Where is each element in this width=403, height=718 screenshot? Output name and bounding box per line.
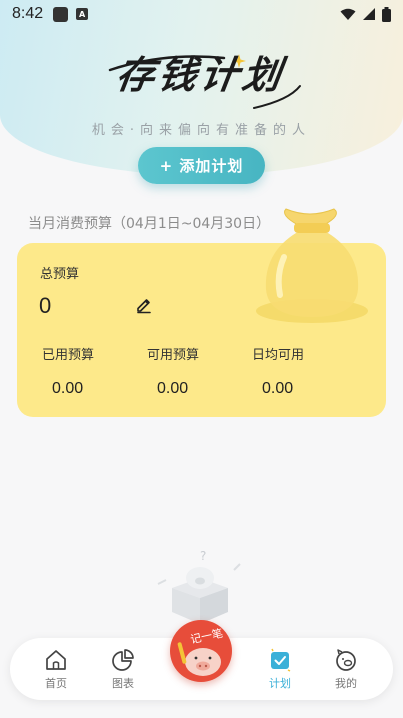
slogan: 机会·向来偏向有准备的人 xyxy=(91,123,312,138)
edit-icon[interactable] xyxy=(134,294,154,314)
total-budget-value: 0 xyxy=(39,293,52,318)
svg-text:?: ? xyxy=(200,549,206,563)
tab-charts[interactable]: 图表 xyxy=(98,648,148,691)
available-budget-value: 0.00 xyxy=(157,380,189,397)
tab-charts-label: 图表 xyxy=(112,677,134,690)
empty-state-pig-icon: ? xyxy=(157,549,241,624)
logo-text: 存钱计划 xyxy=(113,52,289,97)
add-plan-button[interactable]: + 添加计划 xyxy=(138,147,265,184)
battery-icon xyxy=(382,6,391,22)
record-entry-button[interactable]: 记一笔 xyxy=(170,620,232,682)
tab-mine-label: 我的 xyxy=(335,677,357,690)
home-icon xyxy=(46,650,66,670)
budget-period-caption: 当月消费预算（04月1日~04月30日） xyxy=(28,216,271,232)
pig-face-icon xyxy=(336,649,356,671)
tab-home[interactable]: 首页 xyxy=(31,648,81,691)
app-notification-icon: A xyxy=(76,8,89,20)
wifi-icon xyxy=(340,8,356,20)
daily-available-label: 日均可用 xyxy=(252,348,305,363)
plan-check-icon xyxy=(271,648,291,672)
money-bag-icon xyxy=(256,208,368,323)
logo: 存钱计划 xyxy=(0,44,403,109)
tab-home-label: 首页 xyxy=(45,677,67,690)
status-bar: 8:42 A xyxy=(0,0,403,28)
used-budget-value: 0.00 xyxy=(52,380,84,397)
tab-plan-label: 计划 xyxy=(269,677,291,690)
daily-available-value: 0.00 xyxy=(262,380,294,397)
used-budget-label: 已用预算 xyxy=(42,348,95,363)
signal-icon xyxy=(363,8,375,20)
total-budget-label: 总预算 xyxy=(40,267,80,282)
tab-mine[interactable]: 我的 xyxy=(321,648,371,691)
status-time: 8:42 xyxy=(12,5,44,22)
notification-icon xyxy=(53,6,69,22)
available-budget-label: 可用预算 xyxy=(147,348,200,363)
pie-chart-icon xyxy=(112,649,134,671)
tab-plan[interactable]: 计划 xyxy=(255,648,305,691)
